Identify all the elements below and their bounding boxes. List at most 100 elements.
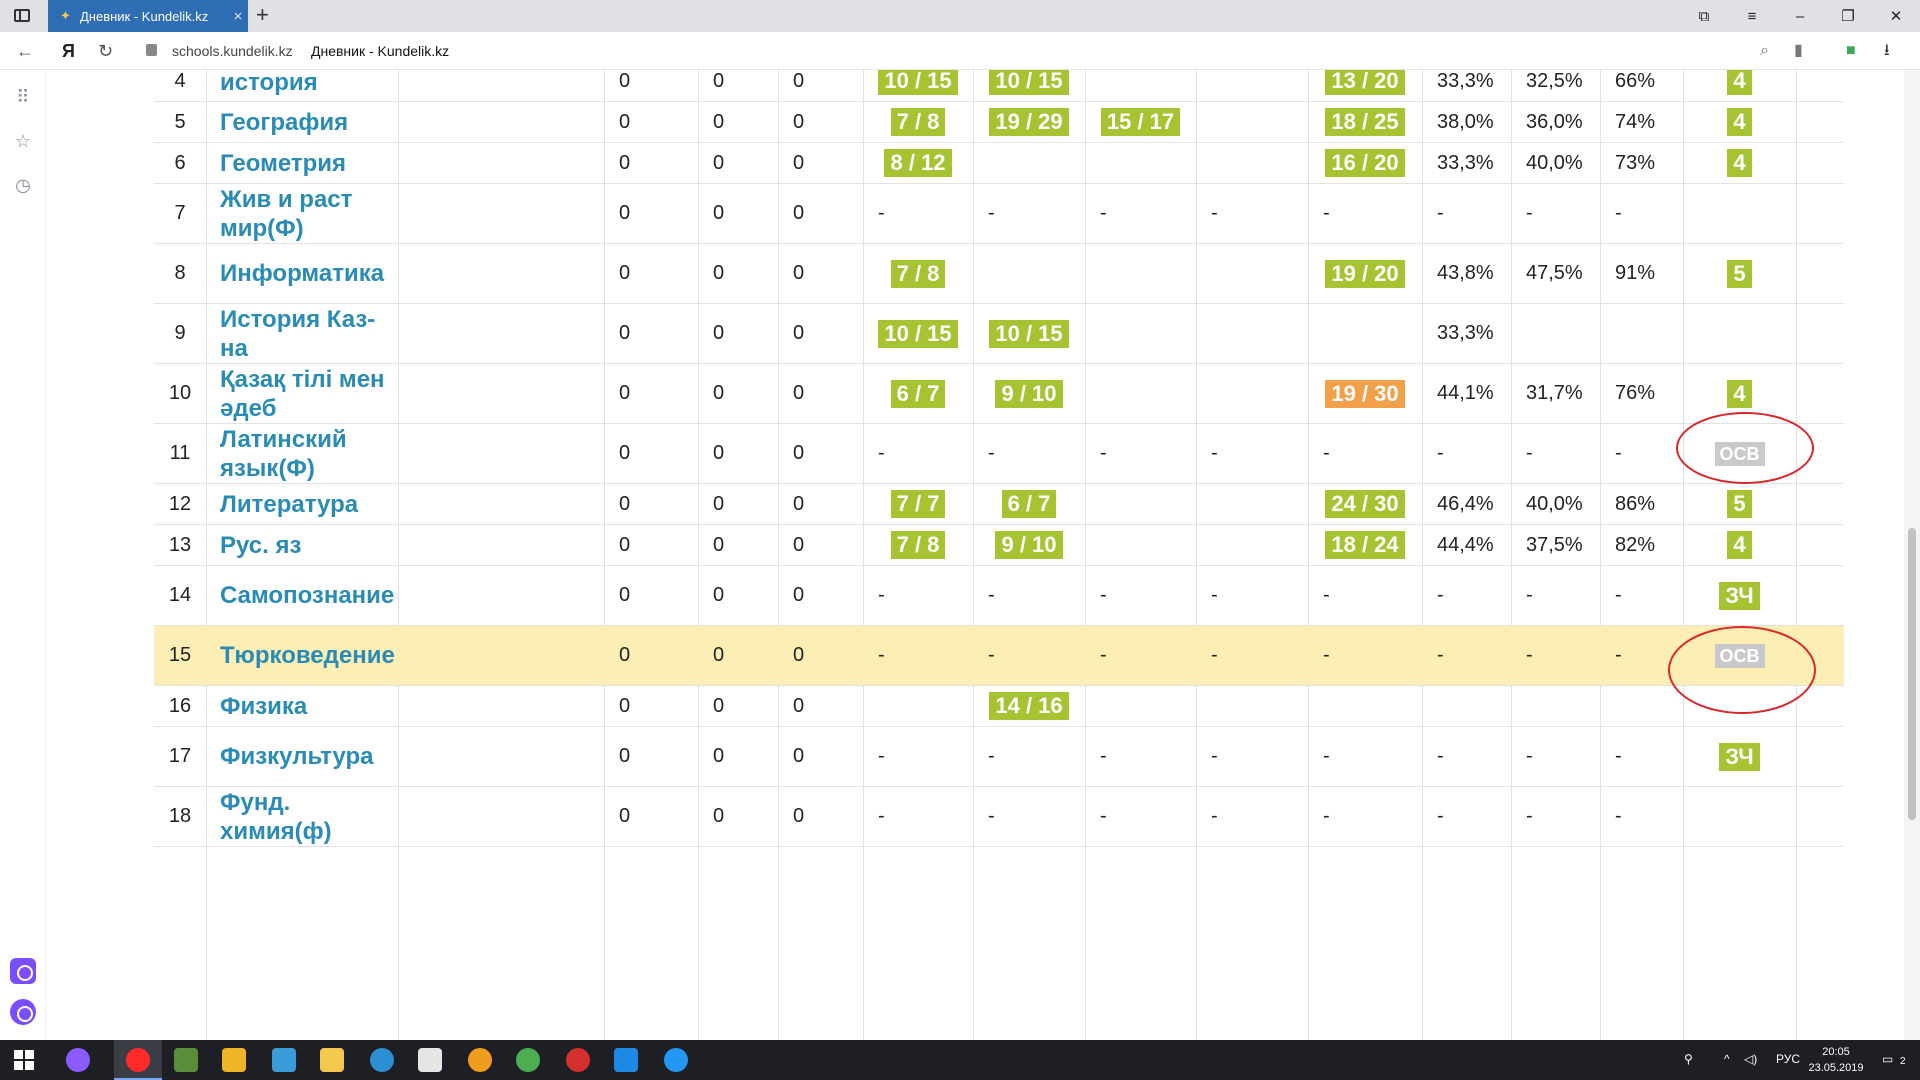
reload-icon[interactable]: ↻ [98,41,113,61]
store-icon[interactable] [222,1048,246,1072]
url-domain[interactable]: schools.kundelik.kz [172,43,293,59]
score-badge[interactable]: 18 / 24 [1325,531,1405,559]
back-icon[interactable]: ← [16,41,34,61]
table-row[interactable]: 12 Литература 0 0 0 7 / 7 6 / 7 24 / 30 46,4% 40,… [154,484,1844,525]
table-row[interactable]: 14 Самопознание 0 0 0 - - - - - - - - ЗЧ [154,566,1844,626]
final-grade-badge[interactable]: 4 [1727,149,1752,177]
tab-close-icon[interactable]: × [228,8,248,25]
bookmarks-panel-icon[interactable]: ⧉ [1680,0,1728,32]
app-icon-2[interactable] [272,1048,296,1072]
final-grade-badge[interactable]: 4 [1727,108,1752,136]
table-row[interactable]: 11 Латинский язык(Ф) 0 0 0- - - - - - - - ОСВ [154,424,1844,484]
score-badge[interactable]: 16 / 20 [1325,149,1405,177]
new-tab-button[interactable]: + [256,3,269,27]
final-grade-badge[interactable]: 4 [1727,379,1752,408]
score-badge[interactable]: 10 / 15 [989,319,1069,348]
score-badge[interactable]: 7 / 7 [890,490,946,518]
subject-link[interactable]: Қазақ тілі мен әдеб [220,365,398,423]
history-icon[interactable]: ◷ [12,174,34,196]
score-badge[interactable]: 6 / 7 [890,379,946,408]
alice-icon[interactable] [10,999,36,1025]
subject-link[interactable]: Информатика [220,259,384,288]
score-badge[interactable]: 7 / 8 [890,259,946,288]
table-row[interactable]: 16 Физика 0 0 0 14 / 16 [154,686,1844,727]
subject-link[interactable]: история [220,70,318,97]
minimize-icon[interactable]: – [1776,0,1824,32]
mail-icon[interactable] [418,1048,442,1072]
close-window-icon[interactable]: ✕ [1872,0,1920,32]
scrollbar-thumb[interactable] [1908,528,1916,820]
table-row[interactable]: 17 Физкультура 0 0 0 - - - - - - - - ЗЧ [154,727,1844,787]
subject-link[interactable]: География [220,108,348,137]
tab-kundelik[interactable]: ✦ Дневник - Kundelik.kz × [48,0,248,32]
final-grade-badge[interactable]: 4 [1727,70,1752,95]
score-badge[interactable]: 9 / 10 [995,531,1063,559]
subject-link[interactable]: История Каз-на [220,305,398,363]
score-badge[interactable]: 18 / 25 [1325,108,1405,136]
url-page-title[interactable]: Дневник - Kundelik.kz [311,43,449,59]
download-icon[interactable]: ⭳ [1884,42,1890,60]
tray-arrow-icon[interactable]: ^ [1724,1052,1730,1066]
table-row[interactable]: 9 История Каз-на 0 0 0 10 / 15 10 / 15 33,3% [154,304,1844,364]
table-row[interactable]: 5 География 0 0 0 7 / 8 19 / 29 15 / 17 18 / 25 3… [154,102,1844,143]
subject-link[interactable]: Латинский язык(Ф) [220,425,398,483]
table-row[interactable]: 18 Фунд. химия(ф) 0 0 0 - - - - - - - - [154,787,1844,847]
score-badge[interactable]: 14 / 16 [989,692,1069,720]
app-icon-4[interactable] [468,1048,492,1072]
score-badge[interactable]: 24 / 30 [1325,490,1405,518]
subject-link[interactable]: Тюрковедение [220,641,395,670]
table-row[interactable]: 13 Рус. яз 0 0 0 7 / 8 9 / 10 18 / 24 44,4% 37,5%… [154,525,1844,566]
score-badge[interactable]: 9 / 10 [995,379,1063,408]
final-grade-badge[interactable]: ЗЧ [1719,742,1760,771]
score-badge[interactable]: 7 / 8 [890,531,946,559]
score-badge[interactable]: 19 / 29 [989,108,1069,136]
subject-link[interactable]: Самопознание [220,581,394,610]
lock-icon[interactable] [146,44,157,56]
notifications-icon[interactable]: ▭ [1882,1052,1893,1066]
start-icon[interactable] [14,1050,34,1070]
search-icon[interactable]: ⌕ [1760,42,1769,60]
subject-link[interactable]: Физика [220,692,307,721]
score-badge[interactable]: 10 / 15 [878,319,958,348]
score-badge[interactable]: 10 / 15 [878,70,958,95]
volume-icon[interactable]: ◁) [1744,1052,1757,1066]
person-icon[interactable]: ⚲ [1684,1052,1693,1066]
table-row[interactable]: 8 Информатика 0 0 0 7 / 8 19 / 20 43,8% 47,5% 91%… [154,244,1844,304]
app-icon-6[interactable] [664,1048,688,1072]
table-row[interactable]: 15 Тюрковедение 0 0 0- - - - - - - - ОСВ [154,626,1844,686]
final-grade-badge[interactable]: 5 [1727,490,1752,518]
extension-icon[interactable]: ■ [1846,42,1856,60]
score-badge[interactable]: 7 / 8 [890,108,946,136]
score-badge[interactable]: 13 / 20 [1325,70,1405,95]
app-icon-3[interactable] [370,1048,394,1072]
final-grade-badge[interactable]: 5 [1727,259,1752,288]
alice-taskbar-icon[interactable] [66,1048,90,1072]
apps-grid-icon[interactable]: ⠿ [12,86,34,108]
score-badge[interactable]: 8 / 12 [884,149,952,177]
yandex-browser-icon[interactable] [126,1048,150,1072]
subject-link[interactable]: Рус. яз [220,531,301,560]
final-grade-badge[interactable]: 4 [1727,531,1752,559]
language-indicator[interactable]: РУС [1776,1052,1800,1066]
score-badge[interactable]: 10 / 15 [989,70,1069,95]
file-explorer-icon[interactable] [320,1048,344,1072]
chrome-icon[interactable] [516,1048,540,1072]
app-icon-5[interactable] [566,1048,590,1072]
table-row[interactable]: 6 Геометрия 0 0 0 8 / 12 16 / 20 33,3% 40,0% 73% 4 [154,143,1844,184]
sidebar-toggle-icon[interactable] [14,9,30,22]
menu-icon[interactable]: ≡ [1728,0,1776,32]
table-row[interactable]: 10 Қазақ тілі мен әдеб 0 0 0 6 / 7 9 / 10 19 / … [154,364,1844,424]
app-icon-1[interactable] [174,1048,198,1072]
scrollbar[interactable] [1904,70,1920,1040]
subject-link[interactable]: Физкультура [220,742,374,771]
score-badge[interactable]: 19 / 20 [1325,259,1405,288]
subject-link[interactable]: Геометрия [220,149,346,178]
subject-link[interactable]: Жив и раст мир(Ф) [220,185,398,243]
edge-icon[interactable] [614,1048,638,1072]
score-badge[interactable]: 19 / 30 [1325,379,1405,408]
clock[interactable]: 20:05 23.05.2019 [1804,1044,1868,1076]
score-badge[interactable]: 6 / 7 [1001,490,1057,518]
subject-link[interactable]: Фунд. химия(ф) [220,788,398,846]
table-row[interactable]: 7 Жив и раст мир(Ф) 0 0 0 - - - - - - - - [154,184,1844,244]
subject-link[interactable]: Литература [220,490,358,519]
